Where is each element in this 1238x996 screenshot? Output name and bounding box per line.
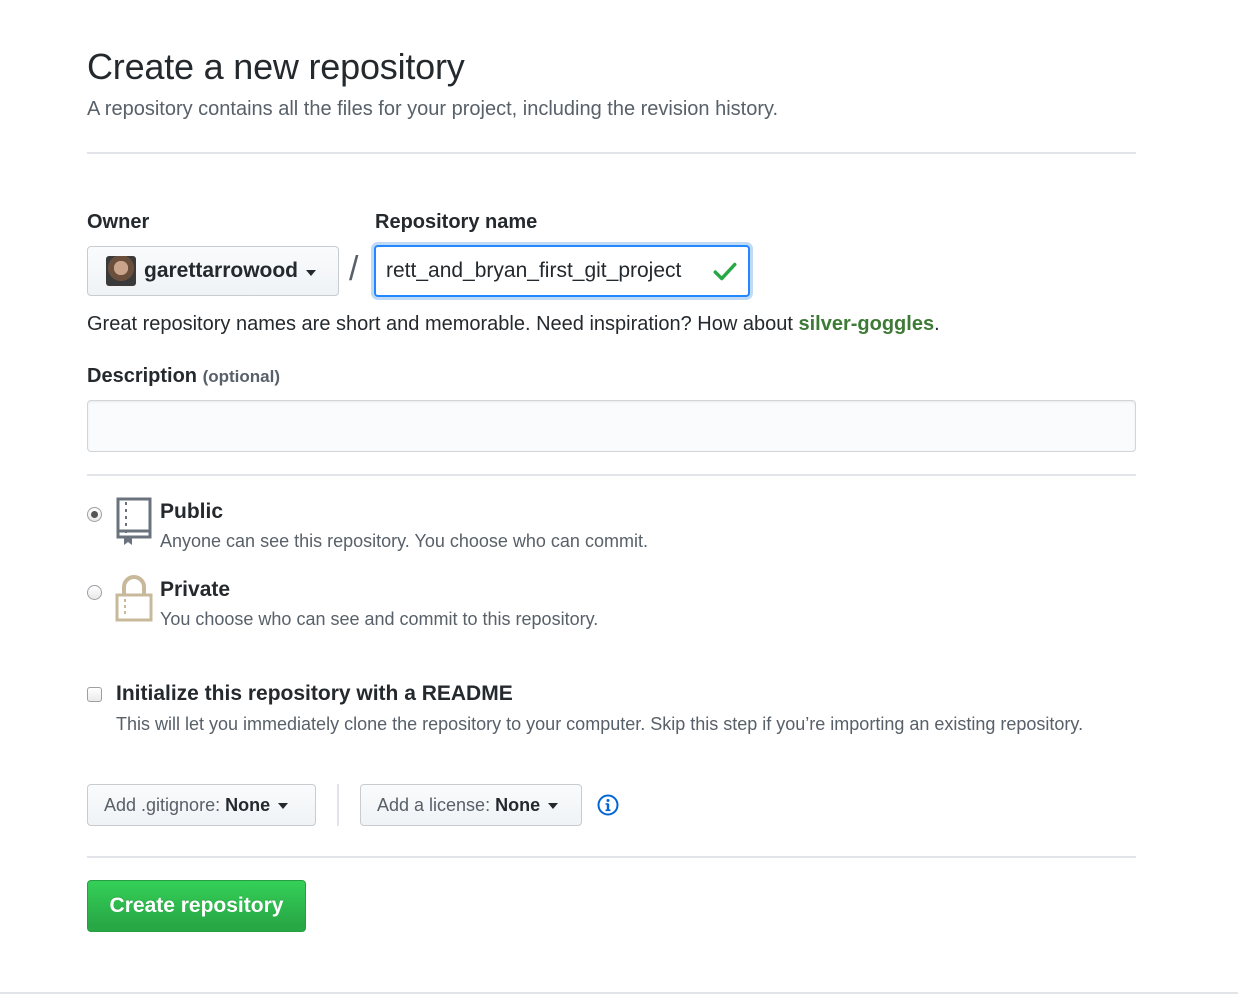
public-title: Public (160, 500, 224, 523)
hint-end: . (934, 313, 940, 335)
public-desc: Anyone can see this repository. You choo… (160, 531, 648, 551)
license-label: Add a license: (377, 794, 491, 815)
chevron-down-icon (306, 269, 317, 276)
description-label: Description (optional) (87, 365, 280, 388)
name-hint: Great repository names are short and mem… (87, 313, 940, 336)
owner-repo-separator: / (349, 250, 359, 288)
gitignore-dropdown[interactable]: Add .gitignore: None (87, 784, 316, 826)
chevron-down-icon (548, 803, 559, 809)
lock-icon (115, 575, 153, 622)
suggestion-link[interactable]: silver-goggles (798, 313, 934, 335)
divider (87, 152, 1136, 154)
owner-label: Owner (87, 211, 150, 233)
avatar (106, 256, 136, 286)
private-radio[interactable] (87, 585, 102, 600)
hint-text: Great repository names are short and mem… (87, 313, 799, 335)
check-icon (713, 262, 737, 281)
private-title: Private (160, 578, 231, 601)
repo-name-input[interactable]: ‎rett_and_bryan_first_git_project‎ (374, 245, 750, 297)
owner-name: garettarrowood (144, 259, 299, 282)
license-value: None (495, 794, 541, 815)
gitignore-value: None (225, 794, 271, 815)
gitignore-label: Add .gitignore: (104, 794, 221, 815)
footer-divider (0, 992, 1238, 994)
page-subtitle: A repository contains all the files for … (87, 98, 779, 120)
description-input[interactable] (87, 400, 1136, 452)
repo-name-value: ‎rett_and_bryan_first_git_project‎ (386, 259, 682, 282)
public-radio[interactable] (87, 507, 102, 522)
repo-book-icon (116, 497, 152, 545)
license-dropdown[interactable]: Add a license: None (360, 784, 582, 826)
page-title: Create a new repository (87, 46, 465, 87)
chevron-down-icon (278, 803, 289, 809)
description-label-text: Description (87, 365, 198, 387)
create-repository-button[interactable]: Create repository (87, 880, 306, 932)
divider (87, 474, 1136, 476)
private-desc: You choose who can see and commit to thi… (160, 609, 599, 629)
divider (87, 856, 1136, 858)
readme-desc: This will let you immediately clone the … (116, 714, 1084, 734)
repo-name-label: Repository name (375, 211, 538, 233)
vertical-divider (337, 784, 339, 826)
optional-note: (optional) (202, 367, 281, 386)
info-icon[interactable] (597, 794, 619, 816)
readme-title: Initialize this repository with a README (116, 682, 513, 705)
readme-checkbox[interactable] (87, 687, 102, 702)
owner-dropdown[interactable]: garettarrowood (87, 246, 339, 296)
